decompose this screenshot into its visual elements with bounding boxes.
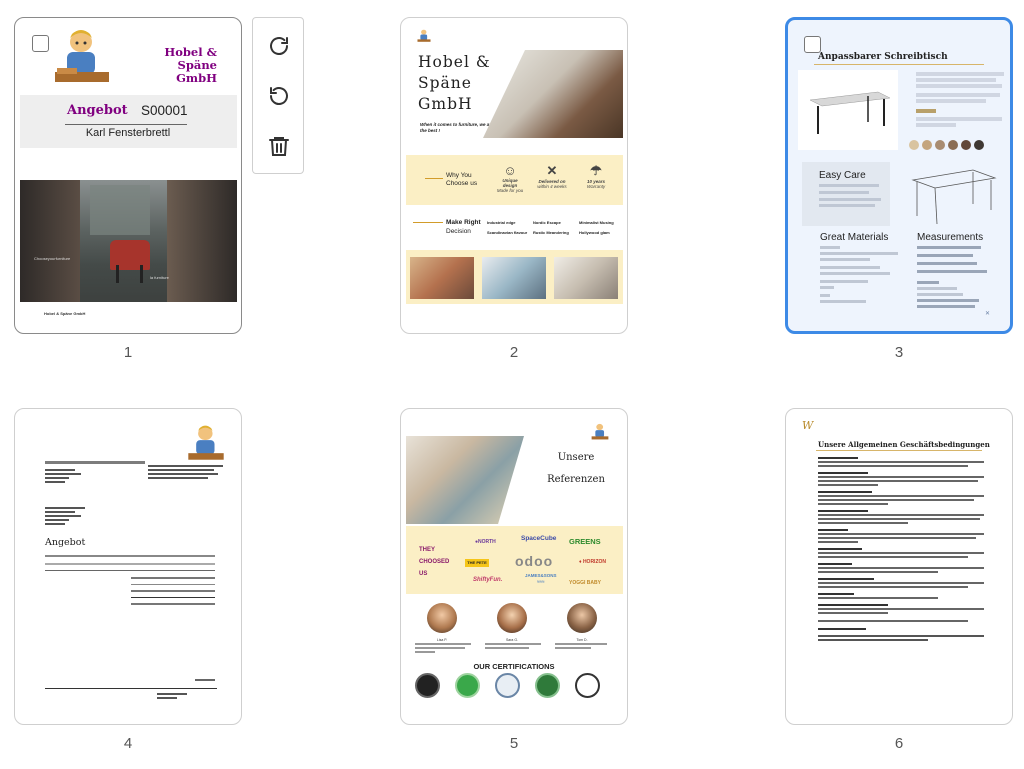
decision-label: Decision	[446, 228, 471, 235]
rotate-counterclockwise-icon	[270, 87, 288, 105]
decision-item: Hollywood glam	[579, 230, 610, 235]
page-number-label: 1	[123, 344, 133, 361]
page-number-label: 3	[894, 344, 904, 361]
carpenter-logo-icon	[591, 423, 609, 440]
page-thumbnail-2[interactable]: Hobel & Späne GmbH When it comes to furn…	[400, 17, 628, 334]
desk-photo	[798, 70, 898, 150]
easy-care-heading: Easy Care	[819, 170, 866, 181]
company-name-line: GmbH	[176, 71, 217, 85]
feature-delivery: ✕ Delivered on within 4 weeks	[537, 163, 567, 189]
carpenter-logo-icon	[417, 29, 431, 42]
feature-sub: Warranty	[586, 184, 606, 189]
street-photo: Chooseyourfurniture la furniture	[20, 180, 237, 302]
testimonial-photo	[567, 603, 597, 633]
feature-sub: within 4 weeks	[537, 184, 567, 189]
page-grid: Hobel & Späne GmbH Angebot S00001 Karl F…	[0, 0, 1024, 769]
testimonial-name: Lisa P.	[436, 638, 448, 642]
feature-design: ☺ Unique design Made for you	[496, 163, 524, 193]
client-logo: odoo	[515, 553, 554, 569]
measurements-heading: Measurements	[917, 232, 984, 243]
terms-body	[818, 457, 984, 641]
they-choosed-label: CHOOSED	[419, 559, 450, 565]
testimonial-name: Tom D.	[576, 638, 588, 642]
living-room-photo	[483, 50, 623, 138]
page-thumbnail-4[interactable]: Angebot	[14, 408, 242, 725]
testimonial-photo	[497, 603, 527, 633]
testimonial-name: Sara G.	[505, 638, 519, 642]
page-number-label: 6	[894, 735, 904, 752]
client-logo: JAMES&SONS ≈≈≈	[525, 573, 557, 584]
quote-title: Angebot	[45, 537, 86, 548]
terms-title: Unsere Allgemeinen Geschäftsbedingungen	[818, 440, 990, 449]
decision-item: Nordic Escape	[533, 220, 561, 225]
customer-name: Karl Fensterbrettl	[85, 127, 171, 139]
why-label: Why You	[446, 172, 472, 179]
color-swatches	[909, 140, 984, 150]
feature-title: Unique design	[502, 178, 518, 188]
rotate-right-button[interactable]	[253, 21, 305, 71]
page-number-label: 4	[123, 735, 133, 752]
decision-item: Industrial edge	[487, 220, 516, 225]
decision-item: Rustic Meandering	[533, 230, 569, 235]
certifications-heading: OUR CERTIFICATIONS	[473, 662, 555, 671]
page-thumbnail-6[interactable]: W Unsere Allgemeinen Geschäftsbedingunge…	[785, 408, 1013, 725]
feature-warranty: ☂ 10 years Warranty	[581, 163, 611, 189]
decision-item: Minimalist Musing	[579, 220, 614, 225]
interior-photo	[554, 257, 618, 299]
product-title: Anpassbarer Schreibtisch	[818, 52, 948, 62]
company-name-line: Späne	[418, 74, 472, 92]
certification-badges	[415, 673, 600, 698]
interior-photo	[482, 257, 546, 299]
client-logo: GREENS	[569, 537, 601, 546]
quote-number: S00001	[141, 103, 188, 118]
company-name-line: Hobel &	[418, 53, 491, 71]
carpenter-logo-icon	[188, 425, 224, 460]
client-logo: ShiftyFun.	[473, 577, 503, 583]
they-choosed-label: THEY	[419, 547, 436, 553]
they-choosed-label: US	[419, 571, 428, 577]
page-number-label: 2	[509, 344, 519, 361]
delete-page-button[interactable]	[253, 121, 305, 171]
close-icon: ✕	[985, 311, 991, 317]
feature-sub: Made for you	[496, 188, 524, 193]
page-select-checkbox[interactable]	[32, 35, 49, 52]
testimonial-photo	[427, 603, 457, 633]
client-logo: YOGGI BABY	[569, 580, 601, 586]
brand-logo-icon: W	[802, 419, 814, 432]
trash-icon	[269, 137, 289, 156]
interior-photo	[410, 257, 474, 299]
page-thumbnail-5[interactable]: Unsere Referenzen THEY CHOOSED US ●NORTH…	[400, 408, 628, 725]
client-logo: ♦ HORIZON	[579, 559, 606, 565]
page-thumbnail-1[interactable]: Hobel & Späne GmbH Angebot S00001 Karl F…	[14, 17, 242, 334]
footer-company: Hobel & Späne GmbH	[44, 311, 86, 316]
decision-label: Make Right	[446, 219, 481, 226]
references-title: Unsere	[557, 452, 595, 463]
office-photo	[406, 436, 524, 524]
page-thumbnail-3[interactable]: Anpassbarer Schreibtisch Easy Care Great…	[785, 17, 1013, 334]
client-logo: ●NORTH	[475, 539, 496, 545]
quote-label: Angebot	[67, 103, 128, 118]
rotate-clockwise-icon	[270, 37, 288, 55]
company-name-line: GmbH	[418, 95, 473, 113]
decision-item: Scandinavian flavour	[487, 230, 528, 235]
desk-diagram	[903, 160, 1003, 232]
materials-heading: Great Materials	[820, 232, 889, 243]
references-title: Referenzen	[547, 474, 605, 485]
client-logo: THE PETE	[465, 559, 489, 567]
page-number-label: 5	[509, 735, 519, 752]
carpenter-logo-icon	[55, 30, 109, 82]
page-toolbar	[252, 17, 304, 174]
rotate-left-button[interactable]	[253, 71, 305, 121]
why-label: Choose us	[446, 180, 478, 187]
page-select-checkbox[interactable]	[804, 36, 821, 53]
client-logo: SpaceCube	[521, 535, 557, 542]
